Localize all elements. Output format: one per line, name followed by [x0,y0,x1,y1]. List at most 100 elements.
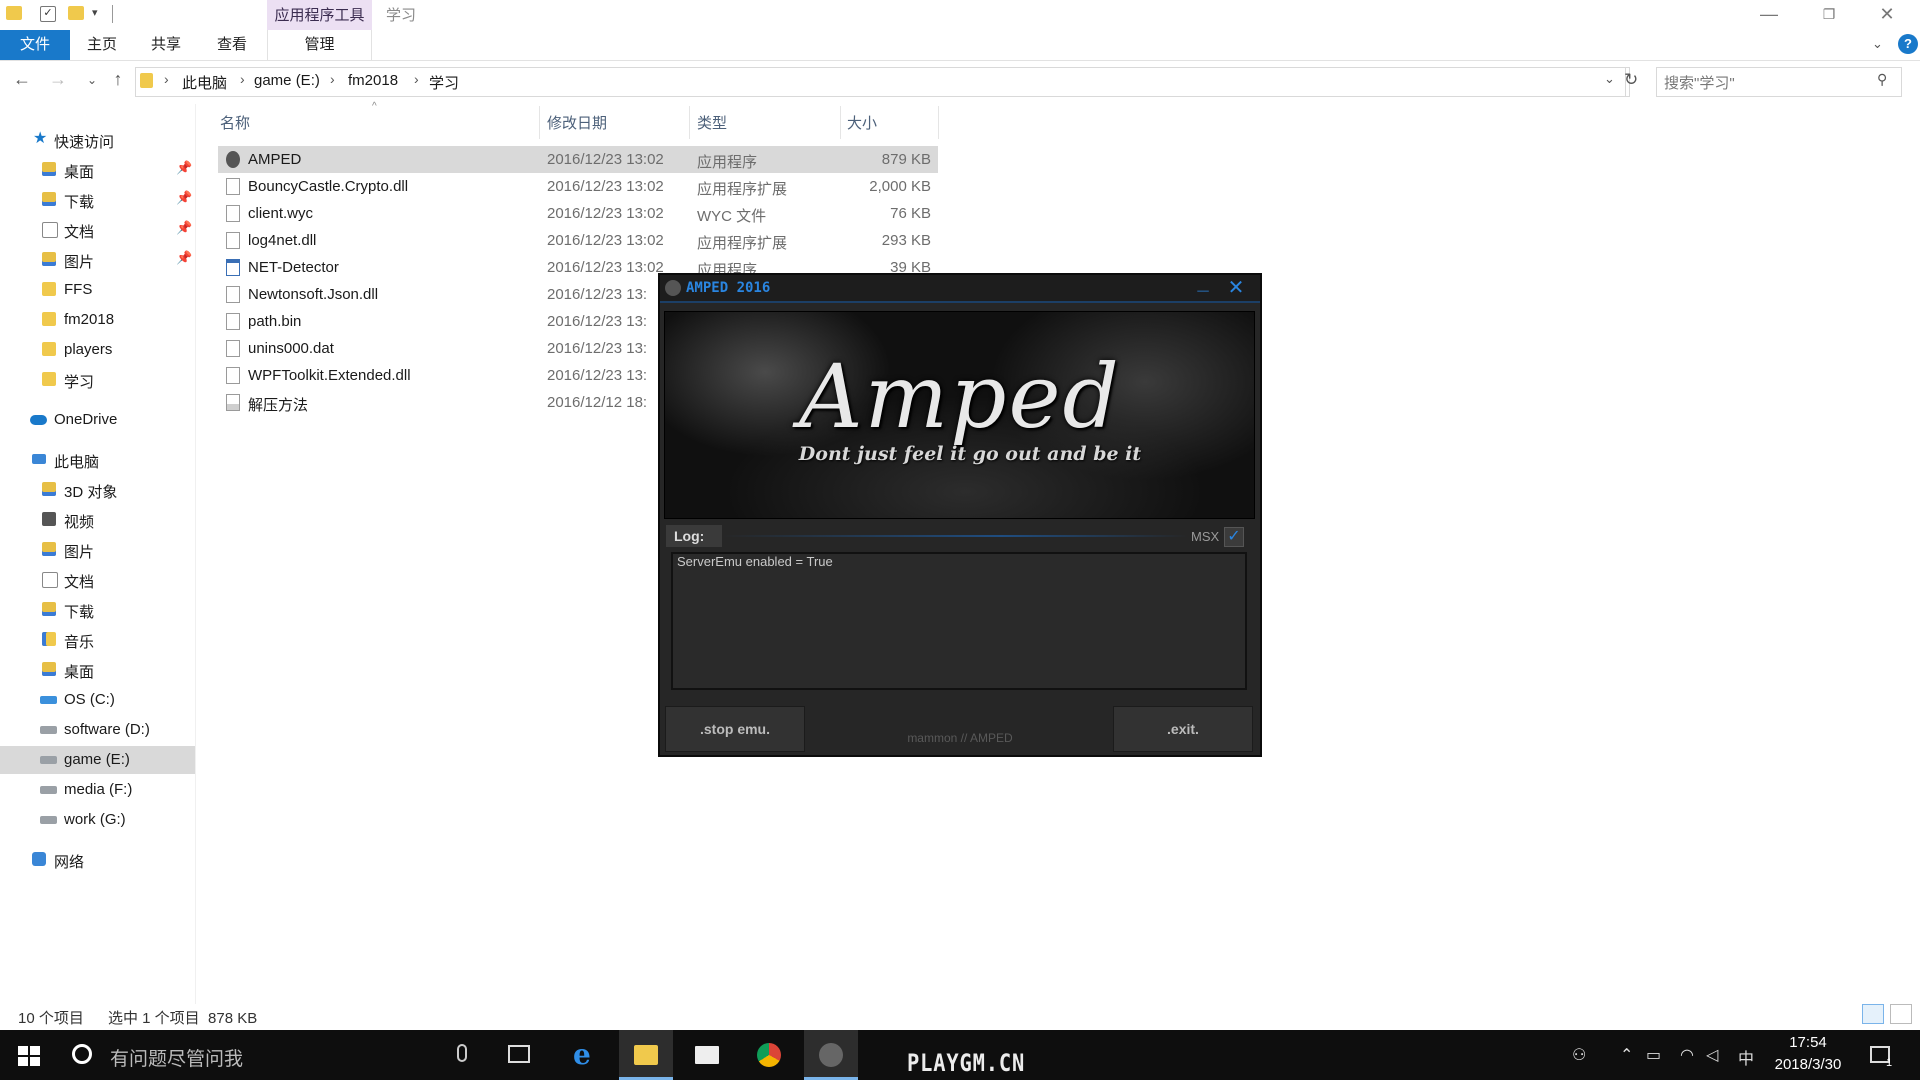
minimize-button[interactable]: — [1740,0,1798,30]
nav-drive-f[interactable]: media (F:) [0,776,195,804]
taskbar-amped[interactable] [804,1030,858,1080]
volume-icon[interactable]: ◁ [1706,1045,1718,1065]
msx-label: MSX [1191,529,1220,544]
back-arrow-icon[interactable]: ← [10,69,34,90]
tab-view[interactable]: 查看 [202,30,262,60]
battery-icon[interactable]: ▭ [1646,1045,1661,1065]
breadcrumb-current[interactable]: 学习 [429,72,459,93]
nav-quick-players[interactable]: players [0,336,195,364]
column-divider[interactable] [539,106,540,139]
column-header-size[interactable]: 大小 [847,112,877,133]
nav-network[interactable]: 网络 [0,846,195,874]
column-header-name[interactable]: 名称 [220,112,250,133]
nav-downloads[interactable]: 下载 [0,596,195,624]
nav-quick-ffs[interactable]: FFS [0,276,195,304]
qat-dropdown-icon[interactable]: ▾ [92,6,98,19]
chevron-right-icon[interactable]: › [414,71,419,87]
file-row-amped[interactable]: AMPED 2016/12/23 13:02 应用程序 879 KB [218,146,938,173]
task-view-icon[interactable] [508,1045,530,1063]
taskbar-file-explorer[interactable] [619,1030,673,1080]
nav-music[interactable]: 音乐 [0,626,195,654]
nav-quick-downloads[interactable]: 下载 📌 [0,186,195,214]
tab-file[interactable]: 文件 [0,30,70,60]
column-divider[interactable] [938,106,939,139]
amped-minimize-button[interactable]: _ [1190,273,1216,300]
log-output[interactable] [671,552,1247,690]
clock-time[interactable]: 17:54 [1783,1034,1833,1051]
properties-icon[interactable]: ✓ [40,6,56,22]
address-dropdown-icon[interactable]: ⌄ [1604,71,1615,87]
wifi-icon[interactable]: ◠ [1680,1045,1694,1065]
msx-checkbox[interactable]: ✓ [1224,527,1244,547]
nav-quick-desktop[interactable]: 桌面 📌 [0,156,195,184]
nav-3d-objects[interactable]: 3D 对象 [0,476,195,504]
stop-emu-button[interactable]: .stop emu. [665,706,805,752]
nav-onedrive[interactable]: OneDrive [0,406,195,434]
input-method-indicator[interactable]: 中 [1738,1045,1754,1069]
nav-quick-documents[interactable]: 文档 📌 [0,216,195,244]
nav-drive-g[interactable]: work (G:) [0,806,195,834]
tab-manage[interactable]: 管理 [267,30,372,60]
search-icon[interactable]: ⚲ [1877,71,1887,88]
large-icons-view-icon[interactable] [1890,1004,1912,1024]
column-divider[interactable] [689,106,690,139]
chevron-up-icon[interactable]: ⌃ [1620,1045,1633,1065]
tab-share[interactable]: 共享 [138,30,194,60]
nav-drive-c[interactable]: OS (C:) [0,686,195,714]
nav-documents[interactable]: 文档 [0,566,195,594]
ribbon-expand-icon[interactable]: ⌄ [1872,36,1883,52]
help-icon[interactable]: ? [1898,34,1918,54]
pin-icon[interactable]: 📌 [176,160,192,176]
taskbar-mail[interactable] [680,1030,734,1080]
chevron-right-icon[interactable]: › [240,71,245,87]
chevron-right-icon[interactable]: › [164,71,169,87]
breadcrumb-fm2018[interactable]: fm2018 [348,72,398,89]
refresh-icon[interactable]: ↻ [1624,70,1638,90]
breadcrumb-game-e[interactable]: game (E:) [254,72,320,89]
restore-button[interactable]: ❐ [1800,0,1858,30]
pin-icon[interactable]: 📌 [176,250,192,266]
taskbar-search-input[interactable]: 有问题尽管问我 [110,1044,243,1071]
exit-button[interactable]: .exit. [1113,706,1253,752]
people-icon[interactable]: ⚇ [1572,1045,1586,1065]
details-view-icon[interactable] [1862,1004,1884,1024]
nav-drive-d[interactable]: software (D:) [0,716,195,744]
nav-videos[interactable]: 视频 [0,506,195,534]
column-divider[interactable] [840,106,841,139]
column-header-type[interactable]: 类型 [697,112,727,133]
file-date: 2016/12/23 13: [547,286,648,303]
taskbar-edge[interactable]: e [558,1030,612,1080]
file-row[interactable]: BouncyCastle.Crypto.dll 2016/12/23 13:02… [218,173,938,200]
nav-quick-study[interactable]: 学习 [0,366,195,394]
nav-drive-e[interactable]: game (E:) [0,746,195,774]
column-header-date[interactable]: 修改日期 [547,112,607,133]
nav-label: 视频 [64,514,95,531]
nav-quick-access[interactable]: ★ 快速访问 [0,126,195,154]
close-button[interactable]: ✕ [1858,0,1916,30]
nav-quick-pictures[interactable]: 图片 📌 [0,246,195,274]
microphone-icon[interactable] [457,1044,467,1062]
file-explorer-icon [634,1045,658,1065]
chevron-right-icon[interactable]: › [330,71,335,87]
file-row[interactable]: log4net.dll 2016/12/23 13:02 应用程序扩展 293 … [218,227,938,254]
pin-icon[interactable]: 📌 [176,220,192,236]
clock-date[interactable]: 2018/3/30 [1767,1056,1849,1073]
nav-desktop[interactable]: 桌面 [0,656,195,684]
nav-pictures[interactable]: 图片 [0,536,195,564]
item-count: 10 个项目 [18,1010,84,1027]
downloads-folder-icon [42,192,56,206]
forward-arrow-icon[interactable]: → [46,69,70,90]
cortana-icon[interactable] [72,1044,92,1064]
new-folder-icon[interactable] [68,6,84,20]
amped-close-button[interactable]: ✕ [1223,276,1249,300]
recent-locations-icon[interactable]: ⌄ [80,73,104,87]
pin-icon[interactable]: 📌 [176,190,192,206]
up-arrow-icon[interactable]: ↑ [106,69,130,90]
windows-start-icon[interactable] [18,1046,40,1066]
nav-quick-fm2018[interactable]: fm2018 [0,306,195,334]
taskbar-chrome[interactable] [742,1030,796,1080]
tab-home[interactable]: 主页 [72,30,132,60]
breadcrumb-this-pc[interactable]: 此电脑 [182,72,227,93]
nav-this-pc[interactable]: 此电脑 [0,446,195,474]
file-row[interactable]: client.wyc 2016/12/23 13:02 WYC 文件 76 KB [218,200,938,227]
